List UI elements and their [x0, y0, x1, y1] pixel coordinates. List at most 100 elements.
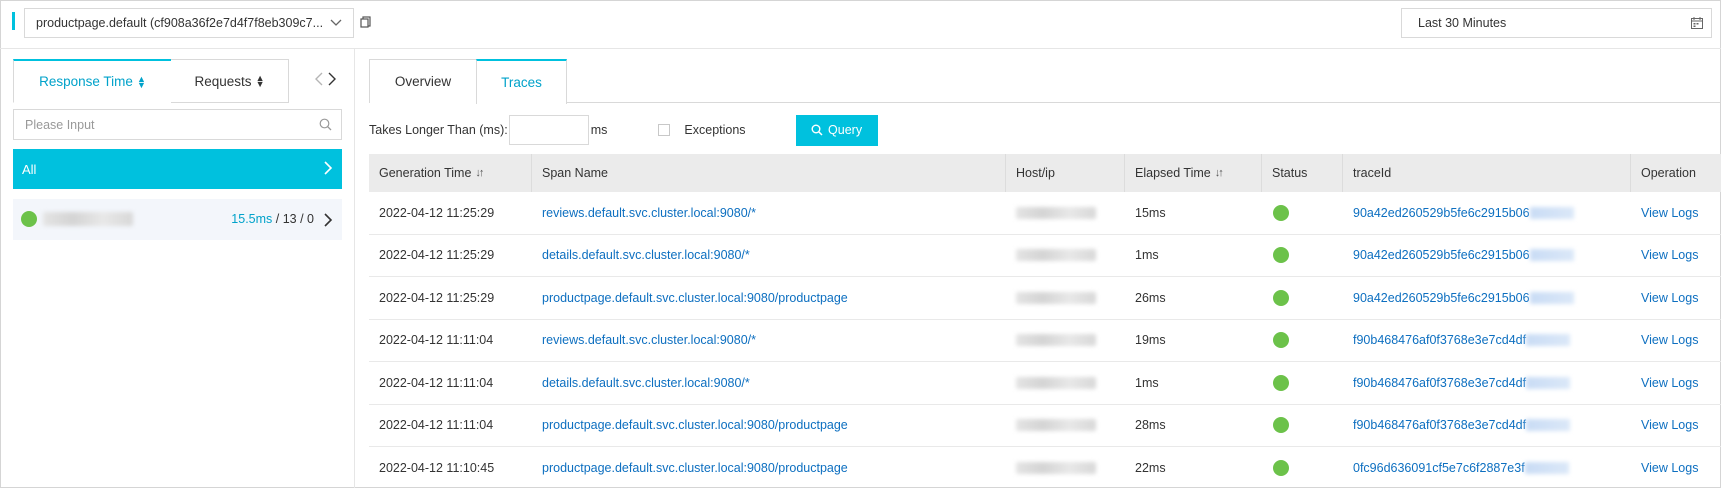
column-label: Elapsed Time — [1135, 166, 1211, 180]
exceptions-checkbox[interactable] — [658, 124, 671, 136]
redacted-host — [1016, 249, 1096, 262]
column-generation-time[interactable]: Generation Time ↓↑ — [369, 154, 532, 192]
trace-id-cell: 90a42ed260529b5fe6c2915b06 — [1343, 277, 1631, 319]
list-item-host[interactable]: 15.5ms / 13 / 0 — [13, 199, 342, 240]
operation-cell: View Logs — [1631, 362, 1721, 404]
view-logs-link[interactable]: View Logs — [1641, 461, 1698, 475]
tab-requests[interactable]: Requests ▲ ▼ — [171, 59, 289, 103]
trace-id-link[interactable]: f90b468476af0f3768e3e7cd4df — [1353, 418, 1526, 432]
generation-time-cell: 2022-04-12 11:25:29 — [379, 248, 495, 263]
trace-id-cell: 0fc96d636091cf5e7c6f2887e3f — [1343, 447, 1631, 488]
host-ip-cell — [1006, 405, 1125, 447]
view-logs-link[interactable]: View Logs — [1641, 206, 1698, 220]
trace-filters: Takes Longer Than (ms): ms Exceptions Qu… — [369, 114, 1269, 146]
time-range-value: Last 30 Minutes — [1418, 16, 1507, 30]
span-name-cell: details.default.svc.cluster.local:9080/* — [532, 235, 1006, 277]
chevron-left-icon[interactable] — [314, 71, 324, 87]
tab-response-time[interactable]: Response Time ▲ ▼ — [13, 59, 172, 103]
host-ip-cell — [1006, 447, 1125, 488]
trace-id-link[interactable]: f90b468476af0f3768e3e7cd4df — [1353, 376, 1526, 390]
tab-traces-label: Traces — [501, 75, 542, 90]
tab-overview[interactable]: Overview — [369, 59, 477, 103]
host-ip-cell — [1006, 362, 1125, 404]
redacted-trace-suffix — [1526, 334, 1571, 347]
application-select[interactable]: productpage.default (cf908a36f2e7d4f7f8e… — [24, 8, 354, 38]
generation-time-cell: 2022-04-12 11:11:04 — [379, 375, 494, 390]
redacted-host — [1016, 461, 1096, 474]
span-name-link[interactable]: productpage.default.svc.cluster.local:90… — [542, 291, 848, 305]
column-label: Host/ip — [1016, 166, 1055, 180]
span-name-link[interactable]: details.default.svc.cluster.local:9080/* — [542, 248, 750, 262]
chevron-right-icon — [324, 213, 333, 227]
min-duration-input[interactable] — [508, 115, 589, 145]
status-ok-icon — [1273, 417, 1289, 434]
sort-icon: ▲ ▼ — [136, 73, 146, 90]
table-row: 2022-04-12 11:10:45 productpage.default.… — [369, 447, 1721, 488]
redacted-trace-suffix — [1529, 291, 1574, 304]
column-elapsed-time[interactable]: Elapsed Time ↓↑ — [1125, 154, 1262, 192]
chevron-right-icon — [324, 161, 333, 175]
elapsed-time-cell: 1ms — [1135, 248, 1159, 263]
table-row: 2022-04-12 11:11:04 reviews.default.svc.… — [369, 320, 1721, 362]
view-logs-link[interactable]: View Logs — [1641, 376, 1698, 390]
trace-id-link[interactable]: 90a42ed260529b5fe6c2915b06 — [1353, 248, 1530, 262]
generation-time-cell: 2022-04-12 11:25:29 — [379, 205, 495, 220]
trace-id-link[interactable]: 0fc96d636091cf5e7c6f2887e3f — [1353, 461, 1525, 475]
status-cell — [1262, 235, 1343, 277]
span-name-link[interactable]: productpage.default.svc.cluster.local:90… — [542, 461, 848, 475]
tab-traces[interactable]: Traces — [476, 59, 567, 104]
span-name-link[interactable]: productpage.default.svc.cluster.local:90… — [542, 418, 848, 432]
column-label: Span Name — [542, 166, 609, 180]
list-item-all[interactable]: All — [13, 149, 342, 189]
trace-id-cell: 90a42ed260529b5fe6c2915b06 — [1343, 235, 1631, 277]
span-name-cell: productpage.default.svc.cluster.local:90… — [532, 277, 1006, 319]
redacted-host — [1016, 376, 1096, 389]
redacted-trace-suffix — [1524, 461, 1569, 474]
elapsed-time-cell: 28ms — [1135, 418, 1166, 433]
span-name-link[interactable]: reviews.default.svc.cluster.local:9080/* — [542, 333, 756, 347]
elapsed-time-cell: 19ms — [1135, 333, 1166, 348]
table-row: 2022-04-12 11:25:29 reviews.default.svc.… — [369, 192, 1721, 235]
time-range-select[interactable]: Last 30 Minutes — [1401, 8, 1712, 38]
column-label: traceId — [1353, 166, 1392, 180]
status-cell — [1262, 277, 1343, 319]
trace-id-link[interactable]: f90b468476af0f3768e3e7cd4df — [1353, 333, 1526, 347]
operation-cell: View Logs — [1631, 235, 1721, 277]
exceptions-label: Exceptions — [684, 123, 746, 137]
column-span-name: Span Name — [532, 154, 1006, 192]
status-ok-icon — [1273, 332, 1289, 349]
redacted-trace-suffix — [1526, 419, 1571, 432]
sort-icon: ▲ ▼ — [255, 73, 265, 89]
host-stats: 15.5ms / 13 / 0 — [231, 212, 314, 226]
span-name-cell: reviews.default.svc.cluster.local:9080/* — [532, 320, 1006, 362]
generation-time-cell: 2022-04-12 11:11:04 — [379, 333, 494, 348]
top-bar: productpage.default (cf908a36f2e7d4f7f8e… — [0, 0, 1721, 49]
right-panel: Overview Traces Takes Longer Than (ms): … — [356, 49, 1721, 488]
trace-id-link[interactable]: 90a42ed260529b5fe6c2915b06 — [1353, 291, 1530, 305]
span-name-cell: reviews.default.svc.cluster.local:9080/* — [532, 192, 1006, 234]
status-ok-icon — [21, 211, 37, 227]
elapsed-time-cell: 26ms — [1135, 290, 1166, 305]
takes-longer-label: Takes Longer Than (ms): — [369, 123, 508, 137]
column-trace-id: traceId — [1343, 154, 1631, 192]
search-input[interactable] — [14, 110, 304, 139]
list-item-all-label: All — [22, 161, 37, 177]
query-button[interactable]: Query — [795, 114, 878, 146]
table-row: 2022-04-12 11:11:04 details.default.svc.… — [369, 362, 1721, 405]
status-ok-icon — [1273, 247, 1289, 264]
span-name-link[interactable]: details.default.svc.cluster.local:9080/* — [542, 376, 750, 390]
view-logs-link[interactable]: View Logs — [1641, 418, 1698, 432]
view-logs-link[interactable]: View Logs — [1641, 248, 1698, 262]
view-logs-link[interactable]: View Logs — [1641, 333, 1698, 347]
trace-id-link[interactable]: 90a42ed260529b5fe6c2915b06 — [1353, 206, 1530, 220]
view-logs-link[interactable]: View Logs — [1641, 291, 1698, 305]
span-name-link[interactable]: reviews.default.svc.cluster.local:9080/* — [542, 206, 756, 220]
trace-id-cell: f90b468476af0f3768e3e7cd4df — [1343, 320, 1631, 362]
copy-icon[interactable] — [360, 16, 372, 28]
search-icon — [811, 124, 823, 136]
trace-id-cell: 90a42ed260529b5fe6c2915b06 — [1343, 192, 1631, 234]
redacted-trace-suffix — [1529, 249, 1574, 262]
search-icon[interactable] — [319, 118, 332, 131]
sort-icon: ↓↑ — [475, 167, 484, 179]
chevron-right-icon[interactable] — [327, 71, 337, 87]
